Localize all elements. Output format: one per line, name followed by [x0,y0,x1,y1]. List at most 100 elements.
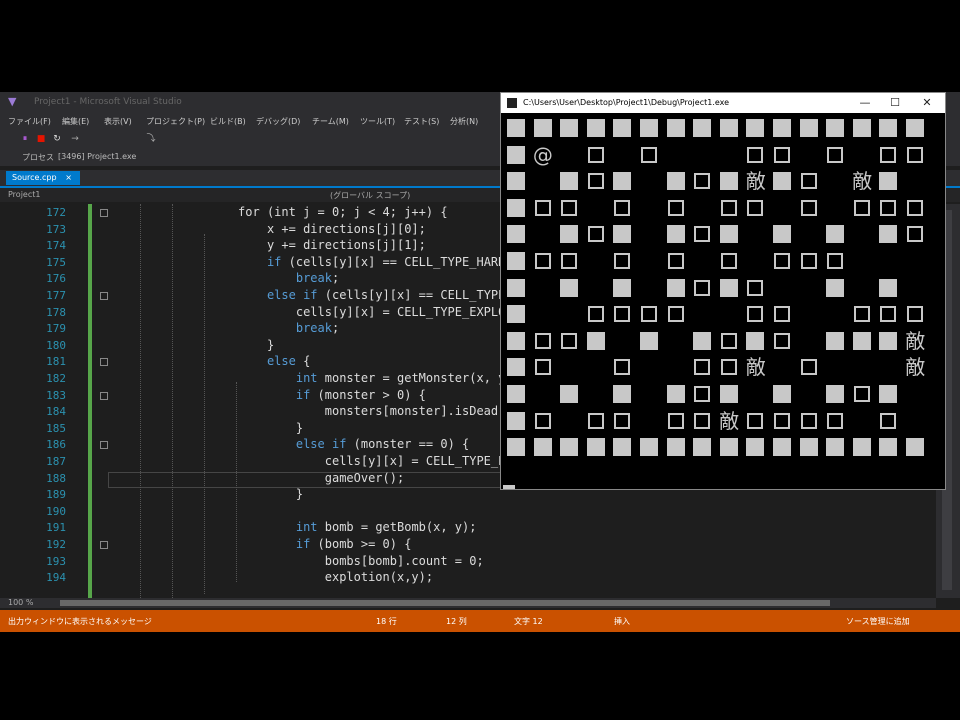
soft-block [689,221,716,248]
menu-edit[interactable]: 編集(E) [62,116,89,127]
step-icon[interactable]: ⤵ [146,134,156,144]
fold-toggle[interactable] [100,358,108,367]
soft-block [583,168,610,195]
visual-studio-logo-icon: ▼ [8,95,17,108]
minimize-icon[interactable]: — [855,95,875,111]
soft-block [556,248,583,275]
close-tab-icon[interactable]: × [65,171,72,185]
soft-block [716,328,743,355]
show-next-statement-icon[interactable]: → [70,134,80,144]
hard-block [609,275,636,302]
hard-block [636,328,663,355]
menu-project[interactable]: プロジェクト(P) [146,116,205,127]
maximize-icon[interactable]: ☐ [885,95,905,111]
code-line: int monster = getMonster(x, y); [295,371,520,385]
soft-block [716,195,743,222]
source-control-button[interactable]: ソース管理に追加 [846,616,910,627]
soft-block [556,195,583,222]
restart-icon[interactable]: ↻ [52,134,62,144]
hard-block [875,328,902,355]
soft-block [530,328,557,355]
hard-block [742,434,769,461]
project-dropdown[interactable]: Project1 [8,190,40,199]
hard-block [556,115,583,142]
soft-block [742,301,769,328]
hard-block [609,381,636,408]
fold-toggle[interactable] [100,441,108,450]
scope-dropdown[interactable]: (グローバル スコープ) [330,190,410,201]
process-select[interactable]: [3496] Project1.exe [58,152,136,161]
hard-block [503,221,530,248]
line-number: 176 [46,272,66,286]
hard-block [822,328,849,355]
change-tracking-bar [88,204,92,598]
soft-block [769,142,796,169]
menu-build[interactable]: ビルド(B) [210,116,246,127]
line-number: 175 [46,255,66,269]
hard-block [875,115,902,142]
console-title-bar: C:\Users\User\Desktop\Project1\Debug\Pro… [501,93,945,113]
fold-toggle[interactable] [100,292,108,300]
console-window[interactable]: C:\Users\User\Desktop\Project1\Debug\Pro… [500,92,946,490]
hard-block [636,115,663,142]
fold-toggle[interactable] [100,209,108,217]
menu-debug[interactable]: デバッグ(D) [256,116,300,127]
hard-block [769,115,796,142]
enemy-glyph: 敵 [716,408,743,435]
hard-block [503,275,530,302]
menu-view[interactable]: 表示(V) [104,116,132,127]
hard-block [769,168,796,195]
horizontal-scrollbar[interactable]: 100 % [0,598,936,608]
code-line: break; [295,321,340,336]
hard-block [503,381,530,408]
hard-block [875,275,902,302]
process-label: プロセス [22,153,54,162]
hard-block [663,275,690,302]
menu-file[interactable]: ファイル(F) [8,116,51,127]
hard-block [769,381,796,408]
hard-block [583,115,610,142]
soft-block [663,248,690,275]
enemy-char: 敵 [719,408,740,433]
soft-block [609,195,636,222]
hard-block [609,115,636,142]
code-line: bombs[bomb].count = 0; [108,553,484,568]
status-insert-mode: 挿入 [614,617,630,626]
menu-team[interactable]: チーム(M) [312,116,349,127]
hard-block [875,381,902,408]
soft-block [849,301,876,328]
menu-tools[interactable]: ツール(T) [360,116,395,127]
code-line: int bomb = getBomb(x, y); [295,520,477,535]
stop-icon[interactable]: ■ [36,134,46,144]
hard-block [822,115,849,142]
hard-block [503,115,530,142]
hard-block [503,248,530,275]
soft-block [822,248,849,275]
soft-block [769,328,796,355]
line-number: 183 [46,388,66,402]
hard-block [796,434,823,461]
hard-block [609,434,636,461]
status-bar: 出力ウィンドウに表示されるメッセージ 18 行 12 列 文字 12 挿入 ソー… [0,610,960,632]
line-number: 182 [46,372,66,385]
code-line: cells[y][x] = CELL_TYPE_EXPLOSI [108,454,549,468]
enemy-char: 敵 [905,328,926,353]
soft-block [742,408,769,435]
soft-block [742,275,769,302]
code-line: if (monster > 0) { [295,387,426,402]
horizontal-scroll-thumb[interactable] [60,600,830,606]
menu-analyze[interactable]: 分析(N) [450,116,478,127]
code-line: else if (monster == 0) { [295,437,470,452]
tab-source-cpp[interactable]: Source.cpp × [6,171,80,185]
line-number: 187 [46,455,66,468]
hard-block [583,434,610,461]
hard-block [503,434,530,461]
close-icon[interactable]: ✕ [917,95,937,111]
menu-test[interactable]: テスト(S) [404,116,439,127]
pause-icon[interactable]: ⏸ [20,134,30,144]
fold-toggle[interactable] [100,391,108,400]
zoom-level[interactable]: 100 % [8,598,33,607]
code-line: for (int j = 0; j < 4; j++) { [108,205,448,219]
hard-block [530,115,557,142]
fold-toggle[interactable] [100,541,108,549]
